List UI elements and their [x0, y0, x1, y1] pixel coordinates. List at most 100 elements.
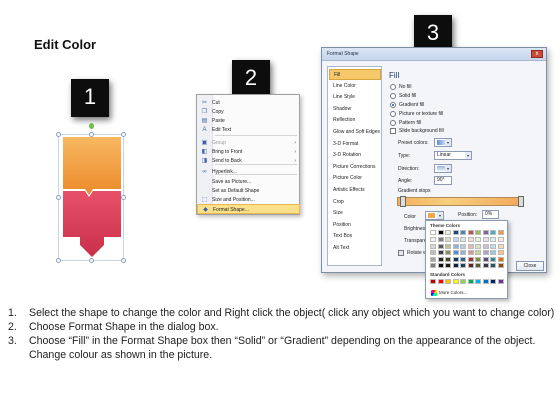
color-swatch[interactable]: [497, 237, 504, 242]
color-swatch[interactable]: [490, 279, 496, 284]
color-swatch[interactable]: [445, 230, 451, 235]
color-swatch[interactable]: [497, 250, 504, 255]
close-icon[interactable]: x: [531, 50, 543, 58]
color-swatch[interactable]: [490, 250, 496, 255]
fill-option-radio[interactable]: Gradient fill: [390, 101, 530, 109]
category-item[interactable]: Line Color: [329, 81, 381, 92]
preset-colors-dropdown[interactable]: ▾: [434, 138, 452, 147]
category-item[interactable]: Picture Corrections: [329, 162, 381, 173]
color-swatch[interactable]: [445, 243, 451, 249]
close-button[interactable]: Close: [516, 261, 544, 271]
more-colors-item[interactable]: More Colors...: [429, 289, 505, 297]
color-swatch[interactable]: [430, 250, 436, 255]
resize-handle[interactable]: [56, 132, 61, 137]
color-swatch[interactable]: [452, 256, 459, 262]
color-swatch[interactable]: [445, 237, 451, 242]
color-swatch[interactable]: [467, 263, 474, 268]
menu-item[interactable]: A Edit Text: [197, 125, 300, 135]
color-swatch[interactable]: [452, 250, 459, 255]
color-swatch[interactable]: [475, 237, 481, 242]
color-swatch[interactable]: [482, 256, 489, 262]
color-swatch[interactable]: [482, 230, 489, 235]
color-swatch[interactable]: [437, 256, 444, 262]
color-swatch[interactable]: [430, 243, 436, 249]
color-swatch[interactable]: [467, 243, 474, 249]
category-item[interactable]: Crop: [329, 197, 381, 208]
color-swatch[interactable]: [437, 230, 444, 235]
color-picker-button[interactable]: ▾: [425, 211, 444, 220]
color-swatch[interactable]: [490, 237, 496, 242]
fill-option-radio[interactable]: Pattern fill: [390, 119, 530, 127]
category-item[interactable]: 3-D Format: [329, 139, 381, 150]
direction-dropdown[interactable]: ▾: [434, 164, 452, 173]
color-swatch[interactable]: [430, 279, 436, 284]
category-item[interactable]: Text Box: [329, 231, 381, 242]
color-swatch[interactable]: [490, 243, 496, 249]
category-item[interactable]: Picture Color: [329, 173, 381, 184]
category-item[interactable]: Fill: [329, 69, 381, 80]
resize-handle[interactable]: [89, 258, 94, 263]
color-swatch[interactable]: [475, 250, 481, 255]
rotate-handle[interactable]: [89, 123, 94, 129]
color-swatch[interactable]: [475, 256, 481, 262]
color-swatch[interactable]: [475, 230, 481, 235]
resize-handle[interactable]: [121, 195, 126, 200]
resize-handle[interactable]: [56, 195, 61, 200]
category-item[interactable]: Artistic Effects: [329, 185, 381, 196]
color-swatch[interactable]: [497, 243, 504, 249]
color-swatch[interactable]: [452, 243, 459, 249]
fill-option-radio[interactable]: Solid fill: [390, 92, 530, 100]
color-swatch[interactable]: [482, 243, 489, 249]
color-swatch[interactable]: [430, 256, 436, 262]
color-swatch[interactable]: [437, 237, 444, 242]
category-item[interactable]: 3-D Rotation: [329, 150, 381, 161]
color-swatch[interactable]: [490, 230, 496, 235]
color-swatch[interactable]: [467, 250, 474, 255]
color-swatch[interactable]: [445, 279, 451, 284]
menu-item[interactable]: ◆ Format Shape...: [197, 204, 300, 214]
color-swatch[interactable]: [430, 230, 436, 235]
slide-background-checkbox[interactable]: Slide background fill: [390, 127, 530, 135]
color-swatch[interactable]: [497, 263, 504, 268]
fill-option-radio[interactable]: Picture or texture fill: [390, 110, 530, 118]
color-swatch[interactable]: [467, 237, 474, 242]
color-swatch[interactable]: [490, 256, 496, 262]
color-swatch[interactable]: [437, 243, 444, 249]
color-swatch[interactable]: [430, 237, 436, 242]
category-item[interactable]: Line Style: [329, 92, 381, 103]
color-swatch[interactable]: [467, 256, 474, 262]
color-swatch[interactable]: [445, 256, 451, 262]
category-item[interactable]: Reflection: [329, 115, 381, 126]
color-swatch[interactable]: [452, 237, 459, 242]
gradient-stops-bar[interactable]: [397, 197, 524, 206]
color-swatch[interactable]: [460, 263, 466, 268]
color-swatch[interactable]: [460, 279, 466, 284]
color-swatch[interactable]: [482, 237, 489, 242]
gradient-stop-handle[interactable]: [400, 196, 406, 207]
category-item[interactable]: Alt Text: [329, 243, 381, 254]
gradient-stop-handle[interactable]: [518, 196, 524, 207]
color-swatch[interactable]: [467, 279, 474, 284]
color-swatch[interactable]: [460, 237, 466, 242]
category-item[interactable]: Shadow: [329, 104, 381, 115]
color-swatch[interactable]: [452, 279, 459, 284]
color-swatch[interactable]: [452, 230, 459, 235]
color-swatch[interactable]: [475, 279, 481, 284]
color-swatch[interactable]: [460, 250, 466, 255]
color-swatch[interactable]: [482, 279, 489, 284]
color-swatch[interactable]: [497, 230, 504, 235]
fill-option-radio[interactable]: No fill: [390, 83, 530, 91]
color-swatch[interactable]: [437, 279, 444, 284]
color-swatch[interactable]: [490, 263, 496, 268]
type-dropdown[interactable]: Linear ▾: [434, 151, 472, 160]
color-swatch[interactable]: [482, 250, 489, 255]
color-swatch[interactable]: [460, 230, 466, 235]
color-swatch[interactable]: [452, 263, 459, 268]
color-swatch[interactable]: [437, 263, 444, 268]
color-swatch[interactable]: [445, 250, 451, 255]
color-swatch[interactable]: [467, 230, 474, 235]
position-spinner[interactable]: 0%: [482, 210, 499, 219]
color-swatch[interactable]: [475, 263, 481, 268]
color-swatch[interactable]: [460, 243, 466, 249]
resize-handle[interactable]: [89, 132, 94, 137]
